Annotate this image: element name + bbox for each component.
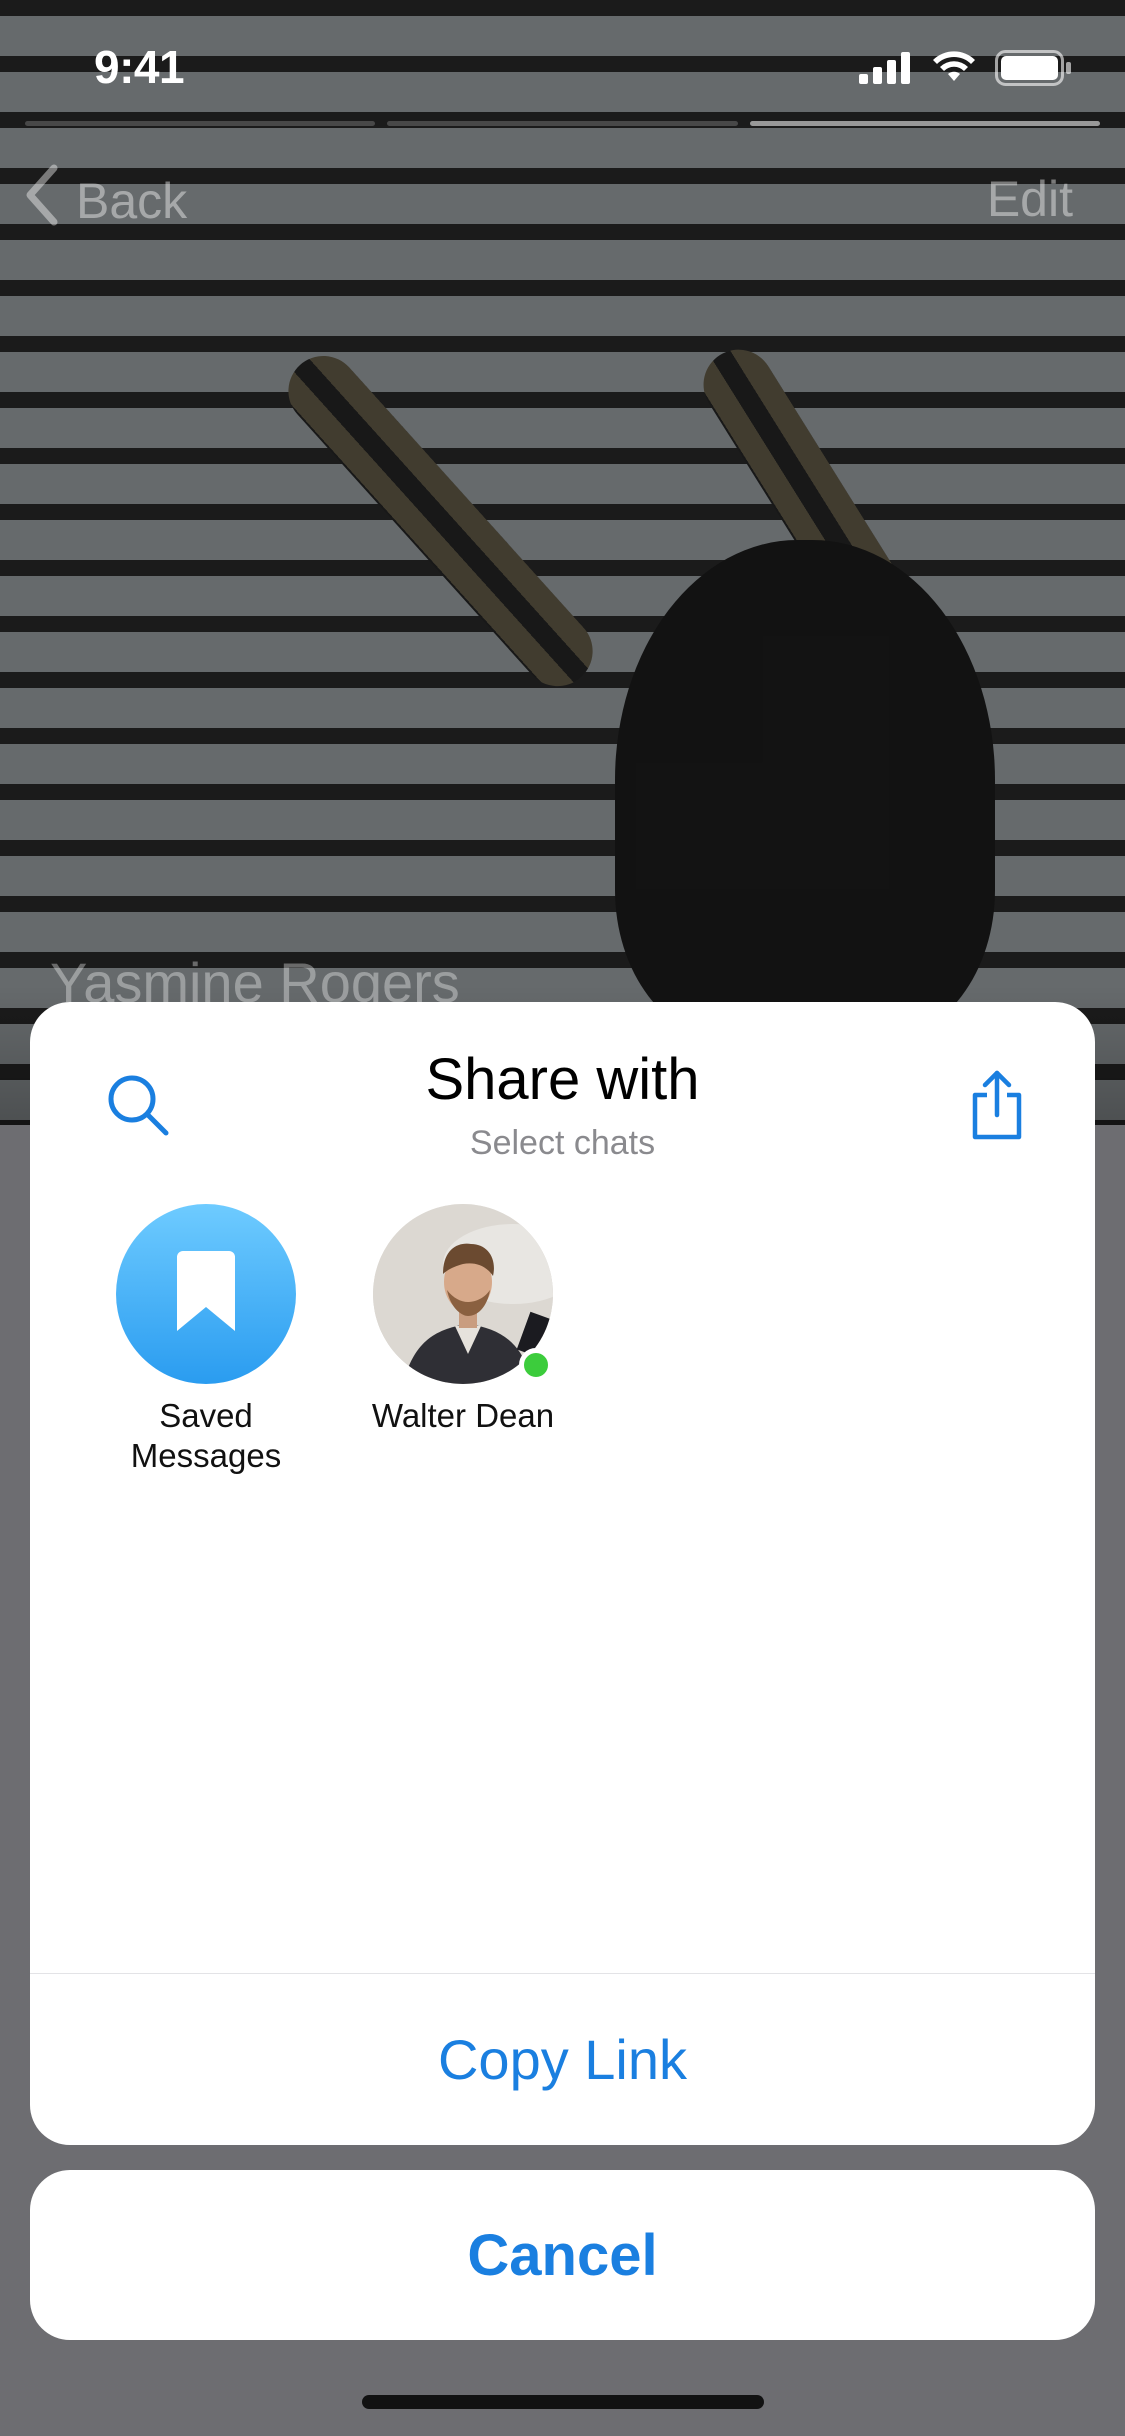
cellular-signal-icon [859, 52, 913, 89]
status-bar: 9:41 [0, 0, 1125, 132]
battery-icon [995, 50, 1073, 91]
wifi-icon [931, 51, 977, 90]
bookmark-icon [173, 1250, 239, 1338]
story-progress-segment [25, 121, 376, 126]
home-indicator[interactable] [362, 2395, 764, 2409]
chevron-left-icon [24, 164, 60, 238]
status-icons [859, 50, 1073, 91]
contact-label: Saved Messages [130, 1397, 282, 1474]
story-progress-segment-active [749, 121, 1100, 126]
story-progress [25, 121, 1100, 126]
sheet-title: Share with [425, 1047, 700, 1112]
avatar [373, 1204, 553, 1384]
story-progress-segment [387, 121, 738, 126]
sheet-subtitle: Select chats [469, 1124, 656, 1162]
copy-link-button[interactable]: Copy Link [30, 1974, 1095, 2145]
edit-button[interactable]: Edit [987, 170, 1073, 228]
online-indicator [519, 1348, 553, 1382]
contact-saved-messages[interactable]: Saved Messages [86, 1204, 326, 1476]
share-sheet: Share with Select chats Saved Messages W… [30, 1002, 1095, 2145]
status-time: 9:41 [94, 41, 185, 93]
back-label: Back [76, 173, 188, 229]
cancel-button[interactable]: Cancel [30, 2170, 1095, 2340]
share-external-button[interactable] [957, 1062, 1037, 1152]
avatar [116, 1204, 296, 1384]
share-icon [969, 1069, 1025, 1146]
contact-walter-dean[interactable]: Walter Dean [343, 1204, 583, 1436]
contact-label: Walter Dean [371, 1397, 555, 1434]
back-button[interactable]: Back [24, 164, 187, 238]
